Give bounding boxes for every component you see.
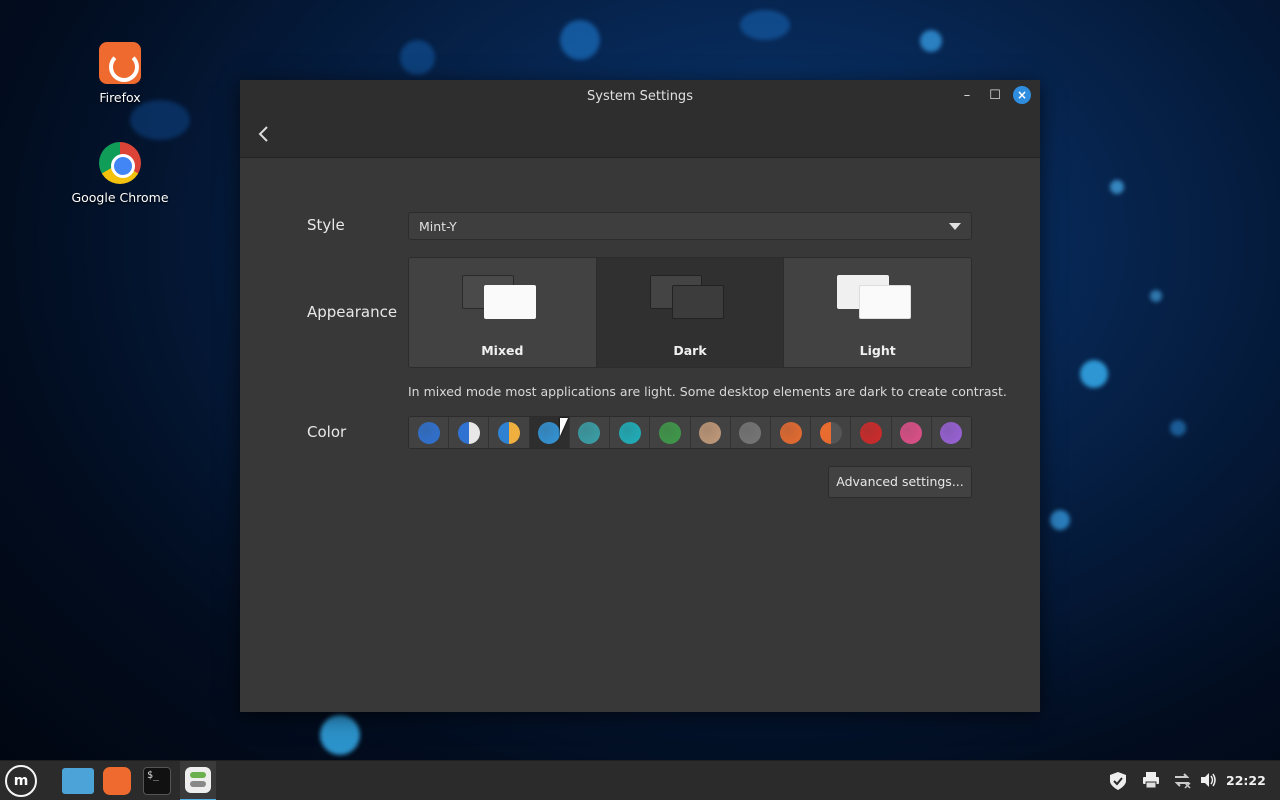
appearance-hint: In mixed mode most applications are ligh… [408,384,1007,399]
system-settings-window: System Settings – ☐ × Style Mint-Y Appea… [240,80,1040,712]
desktop-icon-label: Firefox [99,90,141,105]
settings-icon [185,767,211,793]
appearance-selector: Mixed Dark Light [408,257,972,368]
color-dot-icon [699,421,722,444]
color-dot-icon [538,421,561,444]
minimize-button[interactable]: – [957,86,977,106]
network-icon[interactable] [1173,771,1191,793]
desktop-icon-chrome[interactable]: Google Chrome [65,142,175,205]
desktop-icon-firefox[interactable]: Firefox [65,42,175,105]
color-dot-icon [618,421,641,444]
maximize-button[interactable]: ☐ [985,86,1005,106]
chevron-left-icon [258,126,268,142]
color-swatch[interactable] [569,417,611,448]
appearance-label: Appearance [307,303,398,321]
color-dot-icon [498,421,521,444]
color-dot-icon [819,421,842,444]
printer-icon[interactable] [1142,771,1160,793]
color-dot-icon [578,421,601,444]
dark-preview-icon [649,275,724,323]
appearance-option-label: Mixed [481,343,524,358]
color-swatch[interactable] [650,417,691,448]
style-value: Mint-Y [419,219,457,234]
mint-logo-icon: m [13,773,29,789]
volume-icon[interactable] [1199,771,1217,793]
color-swatch[interactable] [811,417,852,448]
shield-icon[interactable] [1108,771,1128,795]
color-dot-icon [940,421,963,444]
terminal-icon: $_ [147,770,160,781]
style-label: Style [307,216,345,234]
color-swatch[interactable] [931,417,971,448]
light-preview-icon [837,275,912,323]
color-dot-icon [739,421,762,444]
color-swatch[interactable] [730,417,771,448]
appearance-option-mixed[interactable]: Mixed [409,258,597,367]
settings-content: Style Mint-Y Appearance Mixed Dark Light… [240,158,1040,712]
headerbar [240,112,1040,158]
color-swatch[interactable] [449,417,490,448]
color-dot-icon [658,421,681,444]
color-swatch[interactable] [891,417,932,448]
color-swatch[interactable] [690,417,731,448]
firefox-launcher[interactable] [103,767,131,795]
titlebar[interactable]: System Settings – ☐ × [240,80,1040,112]
terminal-launcher[interactable]: $_ [143,767,171,795]
firefox-icon [99,42,141,84]
color-swatch[interactable] [409,417,450,448]
chrome-icon [99,142,141,184]
window-title: System Settings [587,89,693,104]
mixed-preview-icon [462,275,536,323]
style-dropdown[interactable]: Mint-Y [408,212,972,240]
menu-button[interactable]: m [5,765,37,797]
clock[interactable]: 22:22 [1226,773,1266,788]
color-dot-icon [417,421,440,444]
color-selector [408,416,972,449]
color-swatch[interactable] [851,417,892,448]
taskbar: m $_ 22:22 [0,760,1280,800]
mouse-cursor [560,418,568,436]
color-swatch[interactable] [489,417,530,448]
color-dot-icon [779,421,802,444]
color-dot-icon [457,421,480,444]
color-swatch[interactable] [770,417,812,448]
back-button[interactable] [254,122,274,146]
color-dot-icon [860,421,883,444]
appearance-option-label: Dark [673,343,707,358]
color-label: Color [307,423,347,441]
system-settings-task[interactable] [180,761,216,800]
files-launcher[interactable] [62,768,94,794]
appearance-option-light[interactable]: Light [784,258,971,367]
color-dot-icon [900,421,923,444]
chevron-down-icon [949,223,961,230]
appearance-option-dark[interactable]: Dark [596,258,785,367]
close-button[interactable]: × [1013,86,1031,104]
advanced-settings-button[interactable]: Advanced settings... [828,466,972,498]
appearance-option-label: Light [859,343,896,358]
color-swatch[interactable] [610,417,651,448]
desktop-icon-label: Google Chrome [71,190,169,205]
